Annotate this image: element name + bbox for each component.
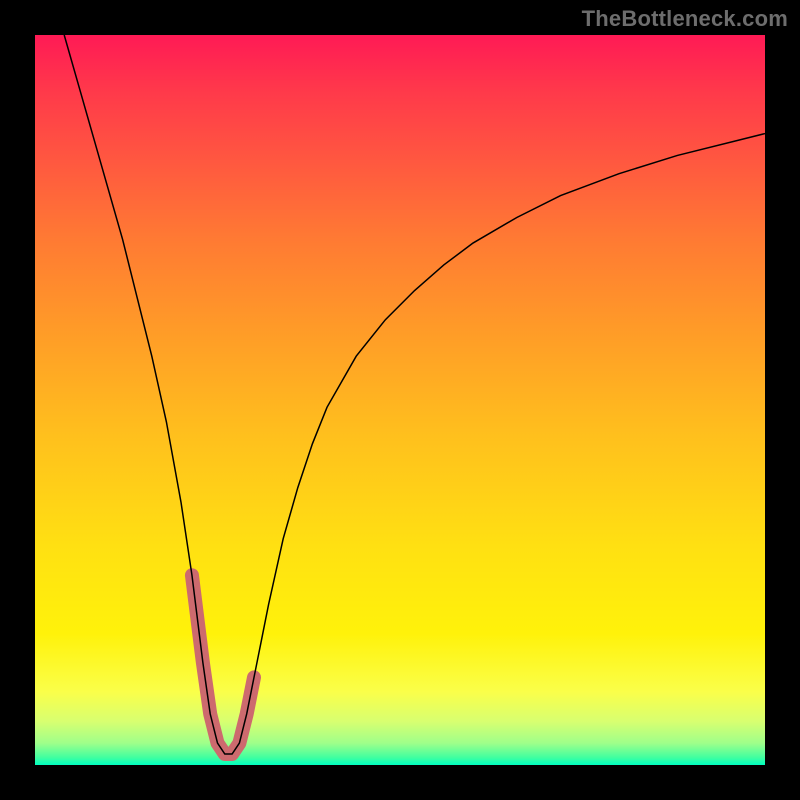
curve-svg — [35, 35, 765, 765]
plot-area — [35, 35, 765, 765]
chart-frame: TheBottleneck.com — [0, 0, 800, 800]
bottleneck-curve-path — [64, 35, 765, 754]
minimum-highlight-path — [192, 575, 254, 754]
watermark-text: TheBottleneck.com — [582, 6, 788, 32]
